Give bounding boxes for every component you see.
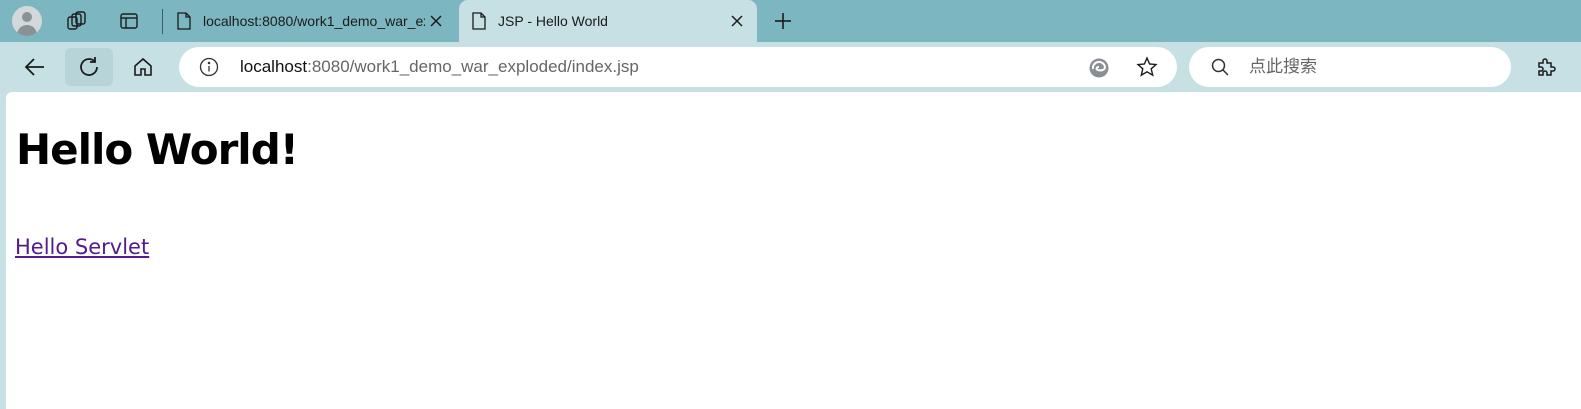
close-icon[interactable] [428,13,444,29]
star-icon[interactable] [1136,56,1158,78]
toolbar: localhost:8080/work1_demo_war_exploded/i… [0,42,1581,92]
tab-title: localhost:8080/work1_demo_war_exploded/i… [203,13,425,29]
info-icon[interactable] [199,57,219,77]
home-icon [134,57,152,76]
search-placeholder: 点此搜索 [1249,57,1317,76]
back-arrow-icon [24,58,44,76]
refresh-icon [80,57,98,76]
refresh-button[interactable] [65,48,113,86]
hello-servlet-link[interactable]: Hello Servlet [15,234,149,260]
home-button[interactable] [119,48,167,86]
tab-strip: localhost:8080/work1_demo_war_exploded/i… [0,0,1581,42]
page-icon [176,12,192,30]
search-icon [1211,58,1229,76]
close-icon[interactable] [729,13,745,29]
back-button[interactable] [11,48,59,86]
tab-title: JSP - Hello World [498,13,608,29]
tab-separator [162,9,163,34]
extensions-icon[interactable] [1534,55,1558,79]
url-path: :8080/work1_demo_war_exploded/index.jsp [307,57,639,76]
page-heading: Hello World! [16,125,299,174]
address-bar[interactable]: localhost:8080/work1_demo_war_exploded/i… [179,47,1177,87]
plus-icon[interactable] [771,9,795,33]
search-box[interactable]: 点此搜索 [1189,47,1511,87]
collections-icon[interactable] [64,8,90,34]
tab-actions-icon[interactable] [116,8,142,34]
page-icon [471,12,487,30]
edge-icon[interactable] [1088,57,1110,79]
tab-localhost[interactable]: localhost:8080/work1_demo_war_exploded/i… [164,0,456,42]
profile-avatar[interactable] [12,6,42,36]
url-host: localhost [240,57,308,76]
page-viewport: Hello World! Hello Servlet [6,92,1581,409]
tab-jsp-hello-world[interactable]: JSP - Hello World [459,0,757,42]
url-text: localhost:8080/work1_demo_war_exploded/i… [240,57,639,77]
